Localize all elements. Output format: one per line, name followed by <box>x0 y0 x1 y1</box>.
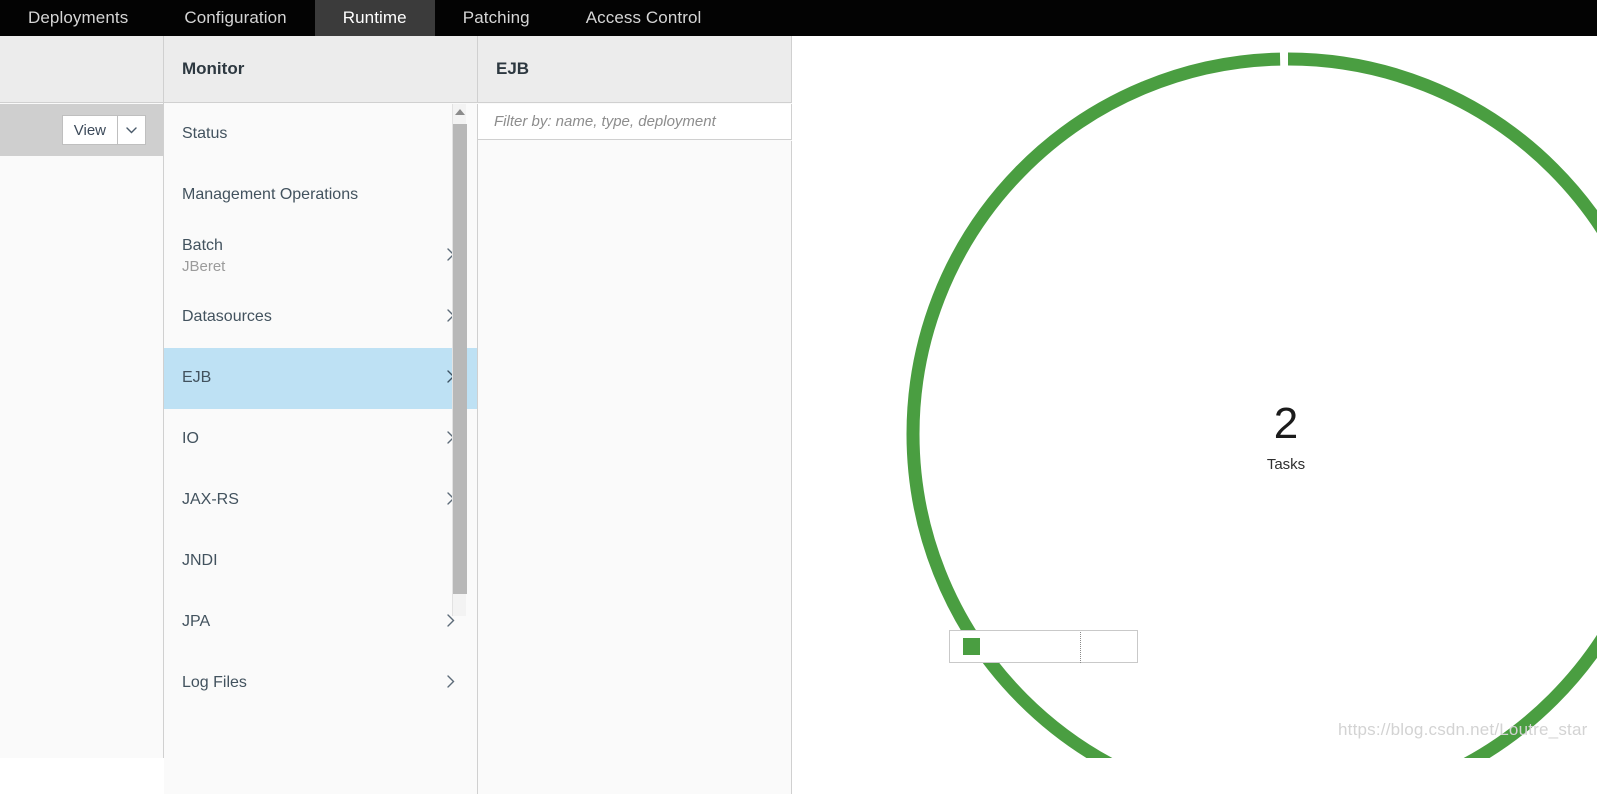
sidebar-item-jax-rs[interactable]: JAX-RS <box>164 470 477 531</box>
chevron-right-icon <box>447 614 455 630</box>
ejb-title: EJB <box>496 59 530 78</box>
filter-input[interactable] <box>492 112 772 131</box>
monitor-column: Monitor Status Management Operations Bat… <box>164 36 478 794</box>
legend-color-swatch <box>963 638 980 655</box>
monitor-title: Monitor <box>182 59 245 78</box>
ejb-column-header: EJB <box>478 36 792 103</box>
top-navigation-bar: Deployments Configuration Runtime Patchi… <box>0 0 1597 36</box>
sidebar-item-label: Datasources <box>182 308 272 325</box>
sidebar-item-label: Batch <box>182 237 223 254</box>
sidebar-item-label: JNDI <box>182 552 218 569</box>
sidebar-item-label: EJB <box>182 369 212 386</box>
chevron-right-icon <box>447 675 455 691</box>
sidebar-item-log-files[interactable]: Log Files <box>164 653 477 714</box>
nav-tab-access-control[interactable]: Access Control <box>558 0 730 36</box>
ejb-result-list <box>478 141 792 794</box>
scrollbar-thumb[interactable] <box>453 124 467 594</box>
nav-tab-patching[interactable]: Patching <box>435 0 558 36</box>
ejb-column: EJB <box>478 36 792 794</box>
nav-tab-configuration[interactable]: Configuration <box>156 0 314 36</box>
left-column-header <box>0 36 163 103</box>
view-button[interactable]: View <box>61 115 117 145</box>
sidebar-item-management-operations[interactable]: Management Operations <box>164 165 477 226</box>
sidebar-item-label: Status <box>182 125 228 142</box>
view-button-band: View <box>0 104 163 156</box>
chart-legend[interactable] <box>949 630 1138 663</box>
sidebar-item-datasources[interactable]: Datasources <box>164 287 477 348</box>
sidebar-item-sublabel: JBeret <box>182 258 226 275</box>
left-toolbar-column: View <box>0 36 164 758</box>
nav-tab-runtime[interactable]: Runtime <box>314 0 435 36</box>
sidebar-item-label: Log Files <box>182 674 247 691</box>
sidebar-item-ejb[interactable]: EJB <box>164 348 477 409</box>
sidebar-item-batch[interactable]: Batch JBeret <box>164 226 477 287</box>
ejb-filter-row[interactable] <box>478 104 792 140</box>
sidebar-item-label: Management Operations <box>182 186 359 203</box>
sidebar-item-jpa[interactable]: JPA <box>164 592 477 653</box>
monitor-list-scrollbar[interactable] <box>452 104 467 616</box>
sidebar-item-jndi[interactable]: JNDI <box>164 531 477 592</box>
chevron-down-icon[interactable] <box>117 115 146 145</box>
monitor-column-header: Monitor <box>164 36 478 103</box>
sidebar-item-io[interactable]: IO <box>164 409 477 470</box>
sidebar-item-label: IO <box>182 430 199 447</box>
sidebar-item-status[interactable]: Status <box>164 104 477 165</box>
watermark-text: https://blog.csdn.net/Loutre_star <box>1338 720 1588 739</box>
monitor-item-list[interactable]: Status Management Operations Batch JBere… <box>164 104 478 794</box>
sidebar-item-label: JPA <box>182 613 211 630</box>
sidebar-item-label: JAX-RS <box>182 491 239 508</box>
scroll-up-arrow-icon[interactable] <box>453 104 467 120</box>
main-content-area: 2 Tasks https://blog.csdn.net/Loutre_sta… <box>792 36 1597 758</box>
legend-divider <box>1080 632 1081 663</box>
nav-tab-deployments[interactable]: Deployments <box>0 0 156 36</box>
view-split-button[interactable]: View <box>61 115 146 145</box>
